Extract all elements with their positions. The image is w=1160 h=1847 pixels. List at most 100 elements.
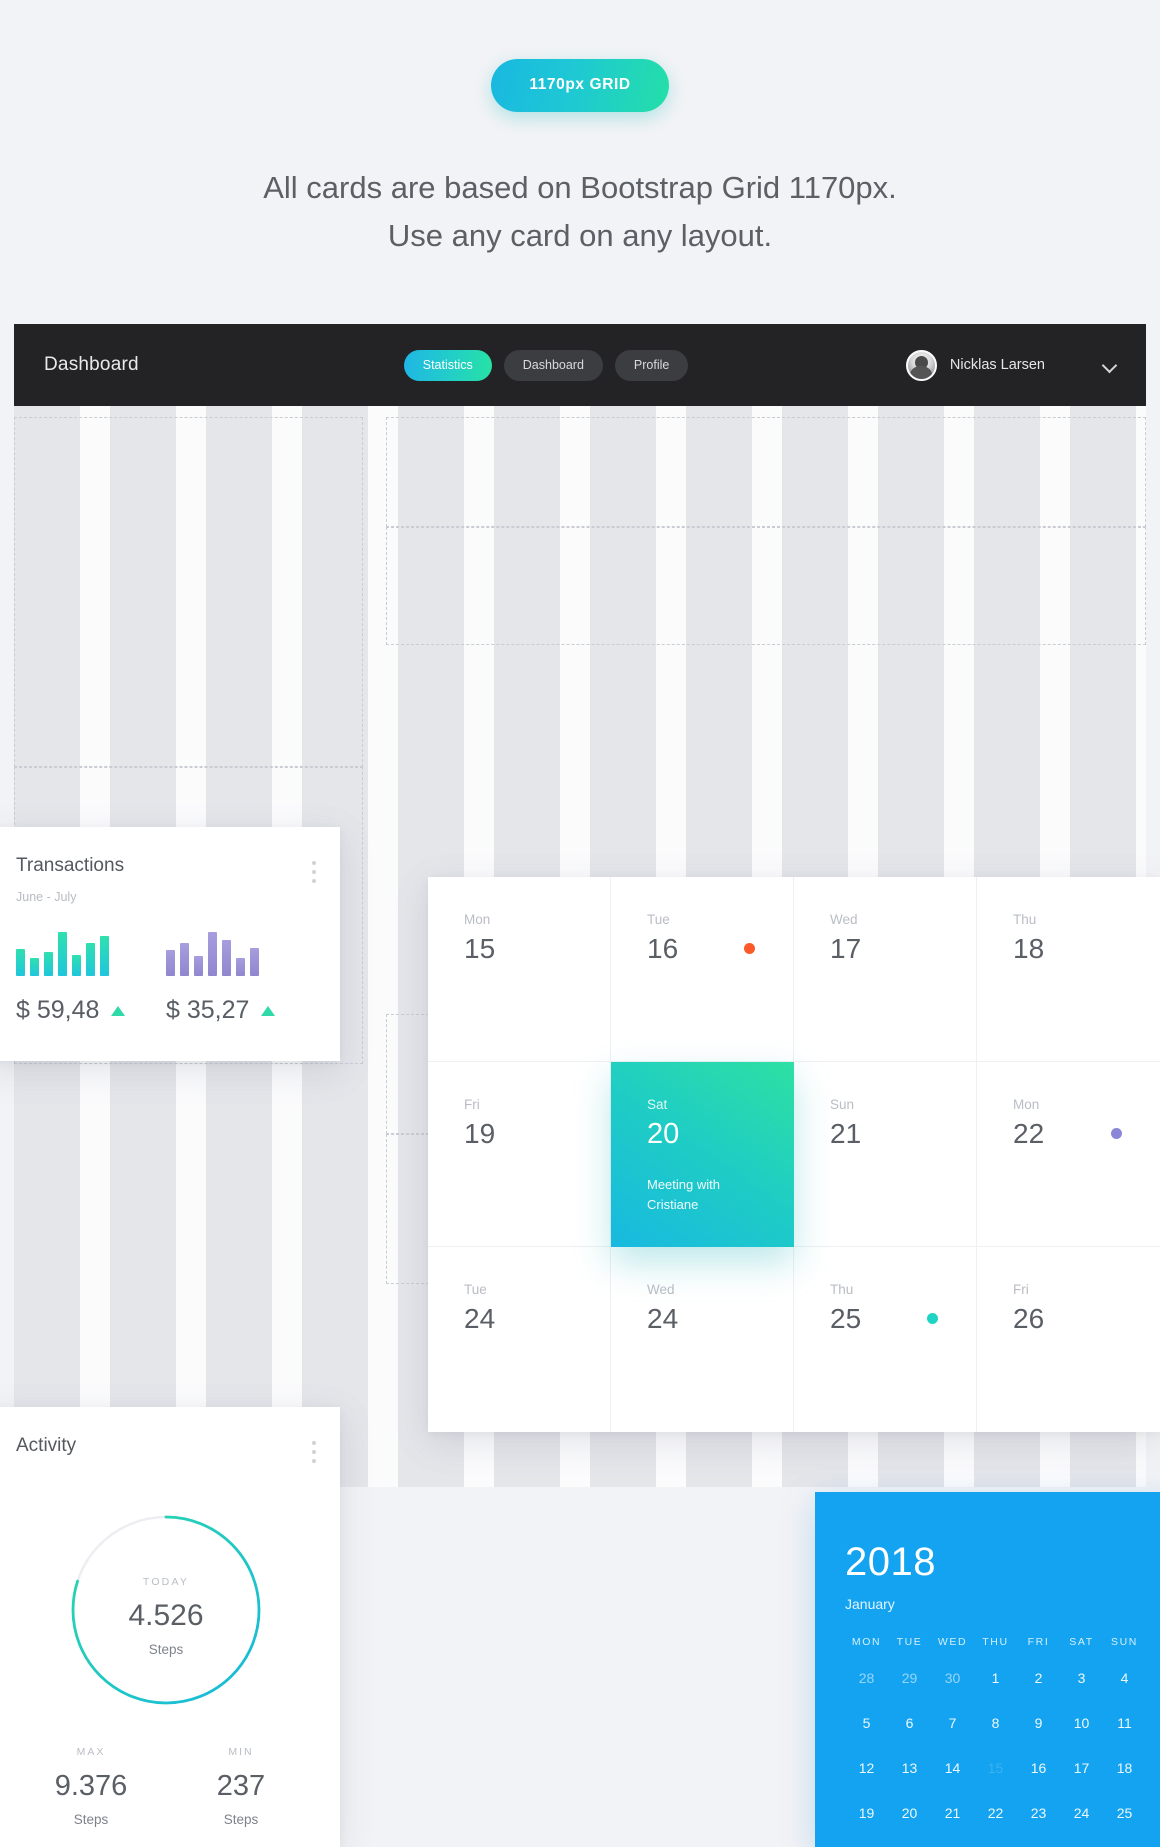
- month-day[interactable]: 9: [1017, 1709, 1060, 1738]
- weekday-label: THU: [982, 1636, 1009, 1648]
- day-name: Wed: [647, 1282, 675, 1297]
- weekday-label: MON: [851, 1636, 882, 1648]
- day-name: Fri: [464, 1097, 480, 1112]
- sparkline-bar: [208, 932, 217, 976]
- week-calendar-card: Mon 15 Tue 16 Wed 17 Thu 18 Fri 19 Sat 20 Meeting wi…: [428, 877, 1160, 1432]
- day-cell[interactable]: Fri 19: [428, 1062, 611, 1247]
- month-day[interactable]: 28: [845, 1664, 888, 1693]
- activity-ring-label: TODAY: [142, 1576, 190, 1588]
- month-day[interactable]: 18: [1103, 1754, 1146, 1783]
- user-menu[interactable]: Nicklas Larsen: [905, 349, 1116, 381]
- activity-stat-label: MAX: [76, 1746, 106, 1758]
- day-name: Fri: [1013, 1282, 1029, 1297]
- day-cell[interactable]: Mon 15: [428, 877, 611, 1062]
- day-name: Thu: [1013, 912, 1037, 927]
- month-day[interactable]: 23: [1017, 1799, 1060, 1828]
- day-cell[interactable]: Wed 17: [794, 877, 977, 1062]
- month-day[interactable]: 22: [974, 1799, 1017, 1828]
- month-day-selected[interactable]: 15: [974, 1750, 1017, 1787]
- activity-stat-max: MAX 9.376 Steps: [16, 1746, 166, 1827]
- month-calendar-weeks: 28 29 30 1 2 3 4 5 6 7 8 9 10 11 12 13 14 15 16 17 18 19 20 21 2…: [845, 1664, 1160, 1828]
- grid-guide-box: [386, 527, 1146, 645]
- month-day[interactable]: 3: [1060, 1664, 1103, 1693]
- month-day[interactable]: 29: [888, 1664, 931, 1693]
- sparkline-bar: [194, 956, 203, 976]
- month-calendar-month: January: [845, 1596, 895, 1612]
- sparkline-bar: [86, 942, 95, 976]
- sparkline-chart-purple: [166, 932, 316, 976]
- day-cell-featured[interactable]: Sat 20 Meeting with Cristiane: [611, 1062, 794, 1247]
- month-day[interactable]: 24: [1060, 1799, 1103, 1828]
- month-day[interactable]: 16: [1017, 1754, 1060, 1783]
- transactions-card: Transactions June - July $ 59,48 $ 35,27: [0, 827, 340, 1061]
- activity-stats: MAX 9.376 Steps MIN 237 Steps: [16, 1746, 316, 1827]
- month-day[interactable]: 8: [974, 1709, 1017, 1738]
- month-week-row: 19 20 21 22 23 24 25: [845, 1799, 1160, 1828]
- nav-pill-profile[interactable]: Profile: [614, 349, 689, 381]
- month-day[interactable]: 30: [931, 1664, 974, 1693]
- month-day[interactable]: 4: [1103, 1664, 1146, 1693]
- month-day[interactable]: 1: [974, 1664, 1017, 1693]
- day-number: 19: [464, 1118, 496, 1149]
- activity-stat-unit: Steps: [223, 1812, 259, 1827]
- day-cell[interactable]: Mon 22: [977, 1062, 1160, 1247]
- day-number: 22: [1013, 1118, 1045, 1149]
- navbar-brand[interactable]: Dashboard: [44, 354, 139, 376]
- month-day[interactable]: 5: [845, 1709, 888, 1738]
- day-name: Thu: [830, 1282, 854, 1297]
- day-number: 17: [830, 933, 862, 964]
- activity-stat-value: 237: [216, 1770, 266, 1802]
- day-event-dot-icon: [1111, 1128, 1122, 1139]
- sparkline-bar: [44, 951, 53, 976]
- day-name: Tue: [464, 1282, 487, 1297]
- month-day[interactable]: 7: [931, 1709, 974, 1738]
- month-day[interactable]: 2: [1017, 1664, 1060, 1693]
- month-calendar-card: 2018 January MON TUE WED THU FRI SAT SUN 28 29 3…: [815, 1492, 1160, 1847]
- day-cell[interactable]: Thu 25: [794, 1247, 977, 1432]
- activity-stat-value: 9.376: [54, 1770, 128, 1802]
- month-day[interactable]: 21: [931, 1799, 974, 1828]
- day-name: Sat: [647, 1097, 668, 1112]
- month-day[interactable]: 6: [888, 1709, 931, 1738]
- sparkline-bar: [250, 947, 259, 976]
- kebab-menu-icon[interactable]: [312, 861, 316, 888]
- dashboard-stage: Dashboard Statistics Dashboard Profile N…: [0, 324, 1160, 1847]
- nav-pill-dashboard[interactable]: Dashboard: [503, 349, 603, 381]
- day-name: Tue: [647, 912, 670, 927]
- day-number: 26: [1013, 1303, 1045, 1334]
- month-day[interactable]: 20: [888, 1799, 931, 1828]
- grid-badge: 1170px GRID: [491, 59, 669, 112]
- activity-ring-unit: Steps: [148, 1642, 184, 1657]
- month-day[interactable]: 14: [931, 1754, 974, 1783]
- activity-ring-value: 4.526: [128, 1599, 204, 1632]
- grid-guide-box: [386, 417, 1146, 527]
- month-day[interactable]: 11: [1103, 1709, 1146, 1738]
- day-cell[interactable]: Sun 21: [794, 1062, 977, 1247]
- month-day[interactable]: 25: [1103, 1799, 1146, 1828]
- month-day[interactable]: 13: [888, 1754, 931, 1783]
- day-cell[interactable]: Thu 18: [977, 877, 1160, 1062]
- activity-ring-center: TODAY 4.526 Steps: [70, 1576, 262, 1657]
- weekday-label: WED: [937, 1636, 968, 1648]
- activity-stat-unit: Steps: [73, 1812, 109, 1827]
- day-event-dot-icon: [744, 943, 755, 954]
- day-cell[interactable]: Wed 24: [611, 1247, 794, 1432]
- day-number: 16: [647, 933, 679, 964]
- month-day[interactable]: 10: [1060, 1709, 1103, 1738]
- month-day[interactable]: 17: [1060, 1754, 1103, 1783]
- day-name: Mon: [464, 912, 491, 927]
- month-day[interactable]: 12: [845, 1754, 888, 1783]
- transactions-group: $ 35,27: [166, 932, 316, 1025]
- kebab-menu-icon[interactable]: [312, 1441, 316, 1468]
- day-cell[interactable]: Tue 16: [611, 877, 794, 1062]
- month-calendar-weekday-row: MON TUE WED THU FRI SAT SUN: [845, 1636, 1160, 1648]
- activity-title: Activity: [16, 1435, 77, 1456]
- day-cell[interactable]: Tue 24: [428, 1247, 611, 1432]
- sparkline-bar: [16, 948, 25, 976]
- nav-pill-statistics[interactable]: Statistics: [403, 349, 492, 381]
- day-event-dot-icon: [927, 1313, 938, 1324]
- day-cell[interactable]: Fri 26: [977, 1247, 1160, 1432]
- sparkline-bar: [166, 950, 175, 976]
- month-day[interactable]: 19: [845, 1799, 888, 1828]
- chevron-down-icon[interactable]: [1104, 359, 1116, 371]
